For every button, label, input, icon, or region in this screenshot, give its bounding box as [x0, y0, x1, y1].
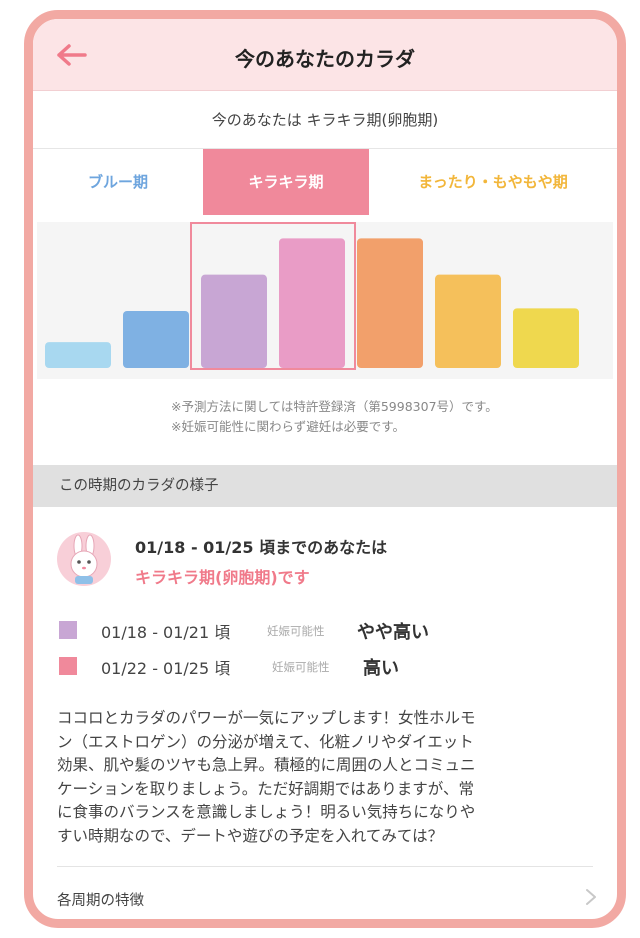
range-color-swatch [59, 657, 77, 675]
description-line: ココロとカラダのパワーが一気にアップします！女性ホルモ [57, 709, 476, 727]
range-label: 妊娠可能性 [267, 624, 325, 638]
phase-tabs: ブルー期 キラキラ期 まったり・もやもや期 [33, 149, 617, 215]
header-bar: 今のあなたのカラダ [33, 19, 617, 91]
range-row: 01/22 - 01/25 頃 妊娠可能性 高い [59, 655, 579, 679]
bunny-avatar-icon [57, 532, 111, 586]
description-line: 効果、肌や髪のツヤも急上昇。積極的に周囲の人とコミュニ [57, 756, 476, 774]
chart-bar [123, 310, 189, 368]
summary-date: 01/18 - 01/25 頃までのあなたは [135, 538, 388, 557]
description-line: に食事のバランスを意識しましょう！明るい気持ちになりや [57, 803, 476, 821]
tab-kirakira-phase[interactable]: キラキラ期 [203, 149, 369, 215]
chart-svg [45, 222, 579, 370]
section-header: この時期のカラダの様子 [33, 465, 617, 507]
contraception-note: ※妊娠可能性に関わらず避妊は必要です。 [171, 419, 405, 434]
range-row: 01/18 - 01/21 頃 妊娠可能性 やや高い [59, 619, 579, 643]
description-line: ン（エストロゲン）の分泌が増えて、化粧ノリやダイエット [57, 732, 474, 751]
chart-bar [201, 274, 267, 368]
tab-blue-phase[interactable]: ブルー期 [33, 149, 203, 215]
patent-note: ※予測方法に関しては特許登録済（第5998307号）です。 [171, 399, 498, 414]
range-date: 01/18 - 01/21 頃 [101, 623, 231, 642]
range-level: 高い [363, 658, 399, 679]
phase-bar-chart [37, 222, 613, 379]
chart-bar [279, 238, 345, 368]
app-frame: 今のあなたのカラダ 今のあなたは キラキラ期(卵胞期) ブルー期 キラキラ期 ま… [24, 10, 626, 928]
chart-bar [435, 274, 501, 368]
current-phase-text: 今のあなたは キラキラ期(卵胞期) [33, 91, 617, 149]
chart-bar [45, 342, 111, 368]
description-line: ケーションを取りましょう。ただ好調期ではありますが、常 [57, 779, 474, 798]
phase-summary: 01/18 - 01/25 頃までのあなたは キラキラ期(卵胞期)です [57, 524, 597, 594]
range-label: 妊娠可能性 [272, 660, 330, 674]
cycle-features-label: 各周期の特徴 [57, 893, 144, 909]
range-color-swatch [59, 621, 77, 639]
chart-bar [357, 238, 423, 368]
active-tab-caret [279, 208, 291, 215]
range-date: 01/22 - 01/25 頃 [101, 659, 231, 678]
summary-phase: キラキラ期(卵胞期)です [135, 568, 310, 587]
chevron-right-icon [586, 889, 596, 905]
page-title: 今のあなたのカラダ [235, 47, 415, 71]
chart-bar [513, 308, 579, 368]
tab-mattari-moyamoya-phase[interactable]: まったり・もやもや期 [369, 149, 617, 215]
phase-description: ココロとカラダのパワーが一気にアップします！女性ホルモ ン（エストロゲン）の分泌… [57, 707, 597, 848]
cycle-features-link[interactable]: 各周期の特徴 [33, 867, 617, 919]
description-line: すい時期なので、デートや遊びの予定を入れてみては？ [57, 826, 444, 845]
notes: ※予測方法に関しては特許登録済（第5998307号）です。 ※妊娠可能性に関わら… [33, 397, 617, 437]
range-level: やや高い [357, 622, 429, 643]
